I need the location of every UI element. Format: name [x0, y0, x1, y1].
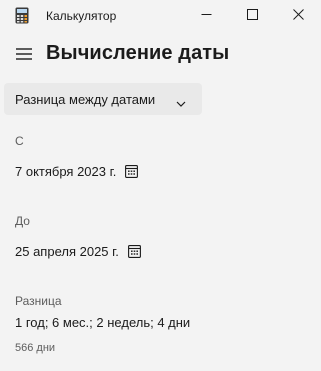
- calculator-icon: [15, 7, 29, 24]
- minimize-icon: [201, 7, 212, 25]
- difference-label: Разница: [15, 294, 62, 308]
- to-label: До: [15, 214, 30, 228]
- calendar-icon: [125, 165, 139, 178]
- calendar-icon: [127, 245, 141, 258]
- from-date-picker[interactable]: 7 октября 2023 г.: [15, 164, 139, 179]
- to-date-value: 25 апреля 2025 г.: [15, 244, 119, 259]
- close-icon: [292, 7, 304, 25]
- page-title: Вычисление даты: [46, 42, 230, 64]
- maximize-icon: [246, 7, 258, 25]
- maximize-button[interactable]: [229, 0, 275, 32]
- calculator-window: Калькулятор Вычисление даты Разница межд…: [0, 0, 321, 371]
- close-button[interactable]: [275, 0, 321, 32]
- calculation-mode-label: Разница между датами: [15, 91, 156, 107]
- window-title: Калькулятор: [46, 9, 117, 23]
- calculation-mode-dropdown[interactable]: Разница между датами: [4, 83, 202, 115]
- from-label: С: [15, 134, 24, 148]
- title-bar: Калькулятор: [0, 0, 321, 32]
- hamburger-menu-icon: [16, 47, 32, 65]
- difference-days: 566 дни: [15, 342, 56, 354]
- navigation-menu-button[interactable]: [11, 44, 37, 68]
- to-date-picker[interactable]: 25 апреля 2025 г.: [15, 244, 141, 259]
- chevron-down-icon: [176, 94, 186, 112]
- from-date-value: 7 октября 2023 г.: [15, 164, 117, 179]
- difference-value: 1 год; 6 мес.; 2 недель; 4 дни: [15, 315, 191, 330]
- minimize-button[interactable]: [183, 0, 229, 32]
